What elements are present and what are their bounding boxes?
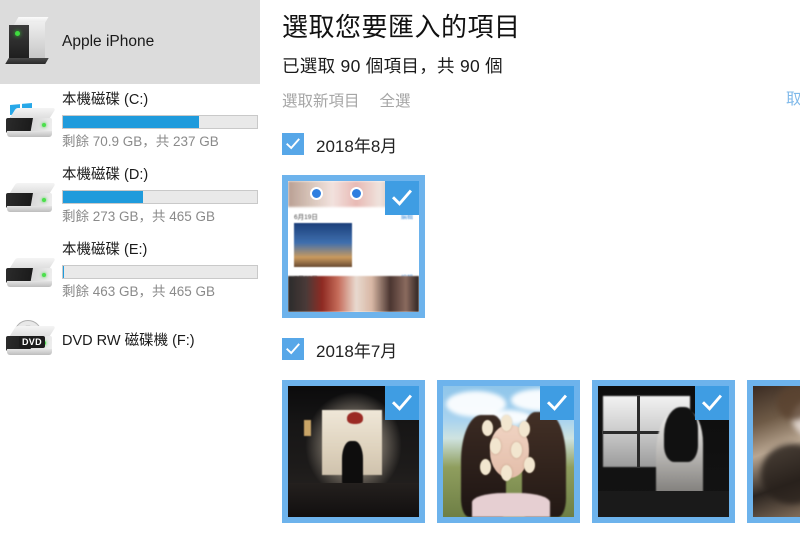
command-bar: 選取新項目 全選 取消 xyxy=(282,87,800,113)
drive-capacity: 剩餘 70.9 GB，共 237 GB xyxy=(62,134,219,149)
group-checkbox[interactable] xyxy=(282,338,304,360)
drive-usage-bar xyxy=(62,190,258,204)
date-group-header[interactable]: 2018年7月 xyxy=(282,336,800,362)
date-group-label: 2018年8月 xyxy=(316,136,398,156)
hard-drive-windows-icon xyxy=(0,90,62,140)
select-all-link[interactable]: 全選 xyxy=(380,89,411,111)
screenshot-caption-top: 6月19日 xyxy=(294,214,318,221)
date-group-header[interactable]: 2018年8月 xyxy=(282,131,800,157)
cancel-link[interactable]: 取消 xyxy=(786,87,800,109)
photo-image xyxy=(288,386,419,517)
photo-thumbnail[interactable] xyxy=(747,380,800,523)
drive-name: 本機磁碟 (D:) xyxy=(62,167,149,183)
portable-device-icon xyxy=(0,17,62,67)
drive-name: 本機磁碟 (E:) xyxy=(62,242,148,258)
photo-image xyxy=(598,386,729,517)
sidebar-item-drive-e[interactable]: 本機磁碟 (E:) 剩餘 463 GB，共 465 GB xyxy=(0,234,260,309)
optical-drive-name: DVD RW 磁碟機 (F:) xyxy=(62,333,195,349)
sidebar-item-apple-iphone[interactable]: Apple iPhone xyxy=(0,0,260,84)
photo-checkbox[interactable] xyxy=(385,386,419,420)
device-sidebar: Apple iPhone 本機磁碟 (C:) 剩餘 70.9 GB，共 237 … xyxy=(0,0,260,533)
import-panel: 選取您要匯入的項目 已選取 90 個項目，共 90 個 選取新項目 全選 取消 … xyxy=(260,0,800,533)
drive-capacity: 剩餘 273 GB，共 465 GB xyxy=(62,209,216,224)
sidebar-item-dvd-drive[interactable]: DVD DVD RW 磁碟機 (F:) xyxy=(0,309,260,369)
photo-checkbox[interactable] xyxy=(695,386,729,420)
photo-thumbnail[interactable] xyxy=(592,380,735,523)
photo-checkbox[interactable] xyxy=(385,181,419,215)
photo-image xyxy=(753,386,800,517)
date-group-label: 2018年7月 xyxy=(316,341,398,361)
sidebar-item-drive-c[interactable]: 本機磁碟 (C:) 剩餘 70.9 GB，共 237 GB xyxy=(0,84,260,159)
photo-thumbnail[interactable]: 6月19日 編輯 7月23日 編輯 xyxy=(282,175,425,318)
select-new-items-link[interactable]: 選取新項目 xyxy=(282,89,360,111)
hard-drive-icon xyxy=(0,240,62,290)
selection-summary: 已選取 90 個項目，共 90 個 xyxy=(282,56,503,76)
sidebar-item-drive-d[interactable]: 本機磁碟 (D:) 剩餘 273 GB，共 465 GB xyxy=(0,159,260,234)
photo-image xyxy=(443,386,574,517)
photo-checkbox[interactable] xyxy=(540,386,574,420)
drive-usage-bar xyxy=(62,115,258,129)
date-group: 2018年7月 xyxy=(282,336,800,523)
drive-usage-bar xyxy=(62,265,258,279)
photo-image: 6月19日 編輯 7月23日 編輯 xyxy=(288,181,419,312)
drive-capacity: 剩餘 463 GB，共 465 GB xyxy=(62,284,216,299)
photo-thumbnail[interactable] xyxy=(282,380,425,523)
dvd-drive-icon: DVD xyxy=(0,320,62,358)
device-name: Apple iPhone xyxy=(62,33,155,50)
date-group: 2018年8月 6月19日 編輯 7月23日 編輯 xyxy=(282,131,800,318)
page-title: 選取您要匯入的項目 xyxy=(282,12,521,42)
thumbnail-row xyxy=(282,380,800,523)
group-checkbox[interactable] xyxy=(282,133,304,155)
thumbnail-row: 6月19日 編輯 7月23日 編輯 xyxy=(282,175,800,318)
photo-thumbnail[interactable] xyxy=(437,380,580,523)
hard-drive-icon xyxy=(0,165,62,215)
drive-name: 本機磁碟 (C:) xyxy=(62,92,149,108)
import-pictures-window: Apple iPhone 本機磁碟 (C:) 剩餘 70.9 GB，共 237 … xyxy=(0,0,800,533)
dvd-label: DVD xyxy=(19,336,45,348)
